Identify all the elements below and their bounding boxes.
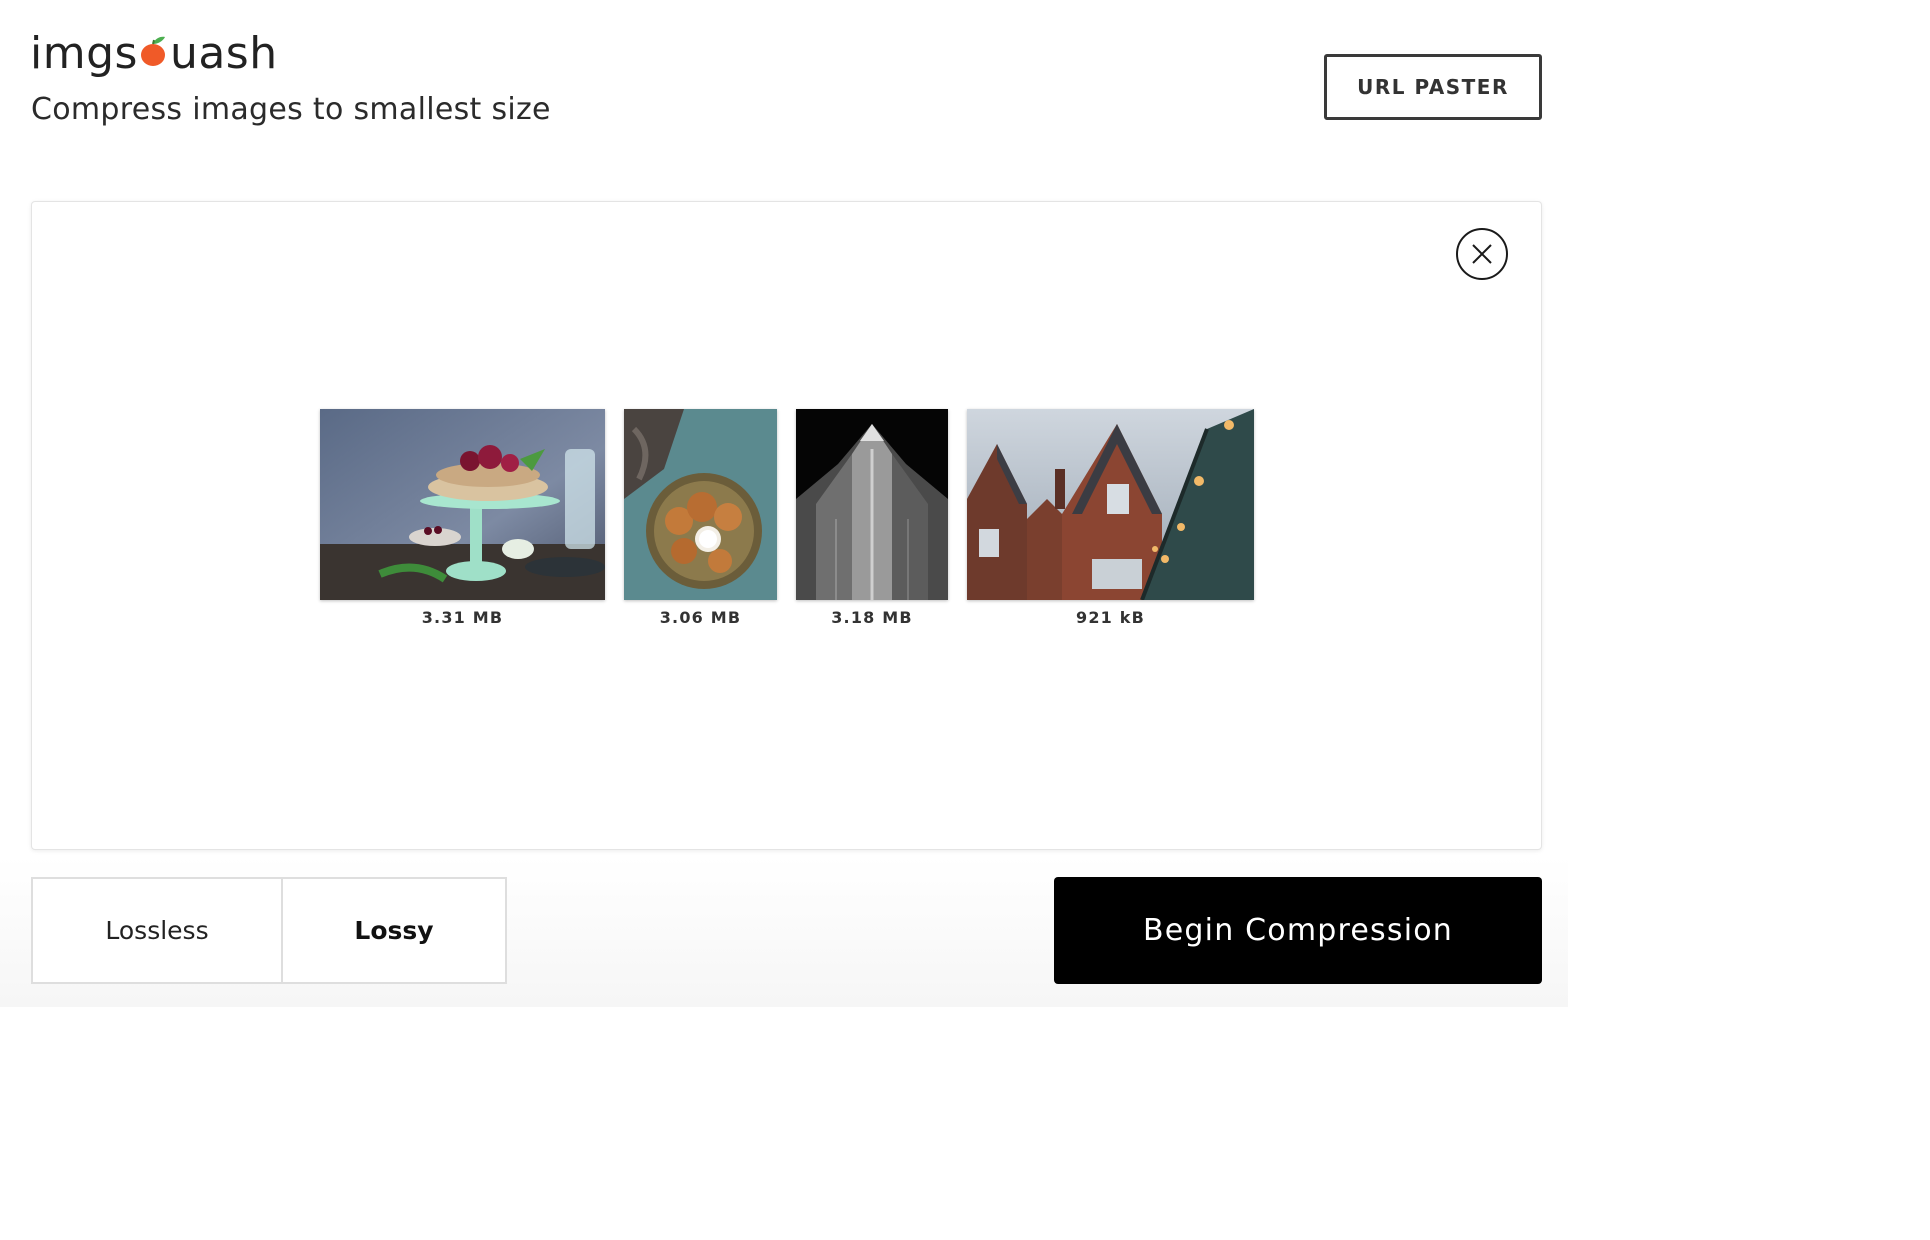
close-button[interactable]: [1456, 228, 1508, 280]
logo-text-left: imgs: [30, 28, 138, 79]
app-page: imgs uash Compress images to smallest si…: [0, 0, 1568, 1007]
image-thumbnail[interactable]: 3.18 MB: [796, 409, 948, 627]
image-thumbnail[interactable]: 3.06 MB: [624, 409, 777, 627]
tower-bw-photo: [796, 409, 948, 600]
brick-houses-photo: [967, 409, 1254, 600]
compression-mode-toggle: Lossless Lossy: [31, 877, 507, 984]
squash-logo-icon: [139, 28, 169, 68]
image-thumbnail[interactable]: 921 kB: [967, 409, 1254, 627]
lossy-option[interactable]: Lossy: [283, 879, 505, 982]
logo-text-right: uash: [169, 28, 278, 79]
image-thumbnail[interactable]: 3.31 MB: [320, 409, 605, 627]
image-size-label: 3.06 MB: [659, 608, 742, 627]
begin-compression-button[interactable]: Begin Compression: [1054, 877, 1542, 984]
url-paster-button[interactable]: URL PASTER: [1324, 54, 1542, 120]
cake-on-stand-photo: [320, 409, 605, 600]
logo: imgs uash: [30, 28, 278, 84]
image-drop-panel[interactable]: 3.31 MB 3.06 MB 3.18 MB 921 kB: [31, 201, 1542, 850]
image-size-label: 3.31 MB: [421, 608, 504, 627]
image-thumbnails: 3.31 MB 3.06 MB 3.18 MB 921 kB: [320, 409, 1255, 639]
close-icon: [1472, 244, 1492, 264]
image-size-label: 3.18 MB: [831, 608, 913, 627]
tagline: Compress images to smallest size: [31, 92, 551, 127]
image-size-label: 921 kB: [1075, 608, 1145, 627]
cookies-plate-photo: [624, 409, 777, 600]
lossless-option[interactable]: Lossless: [33, 879, 283, 982]
